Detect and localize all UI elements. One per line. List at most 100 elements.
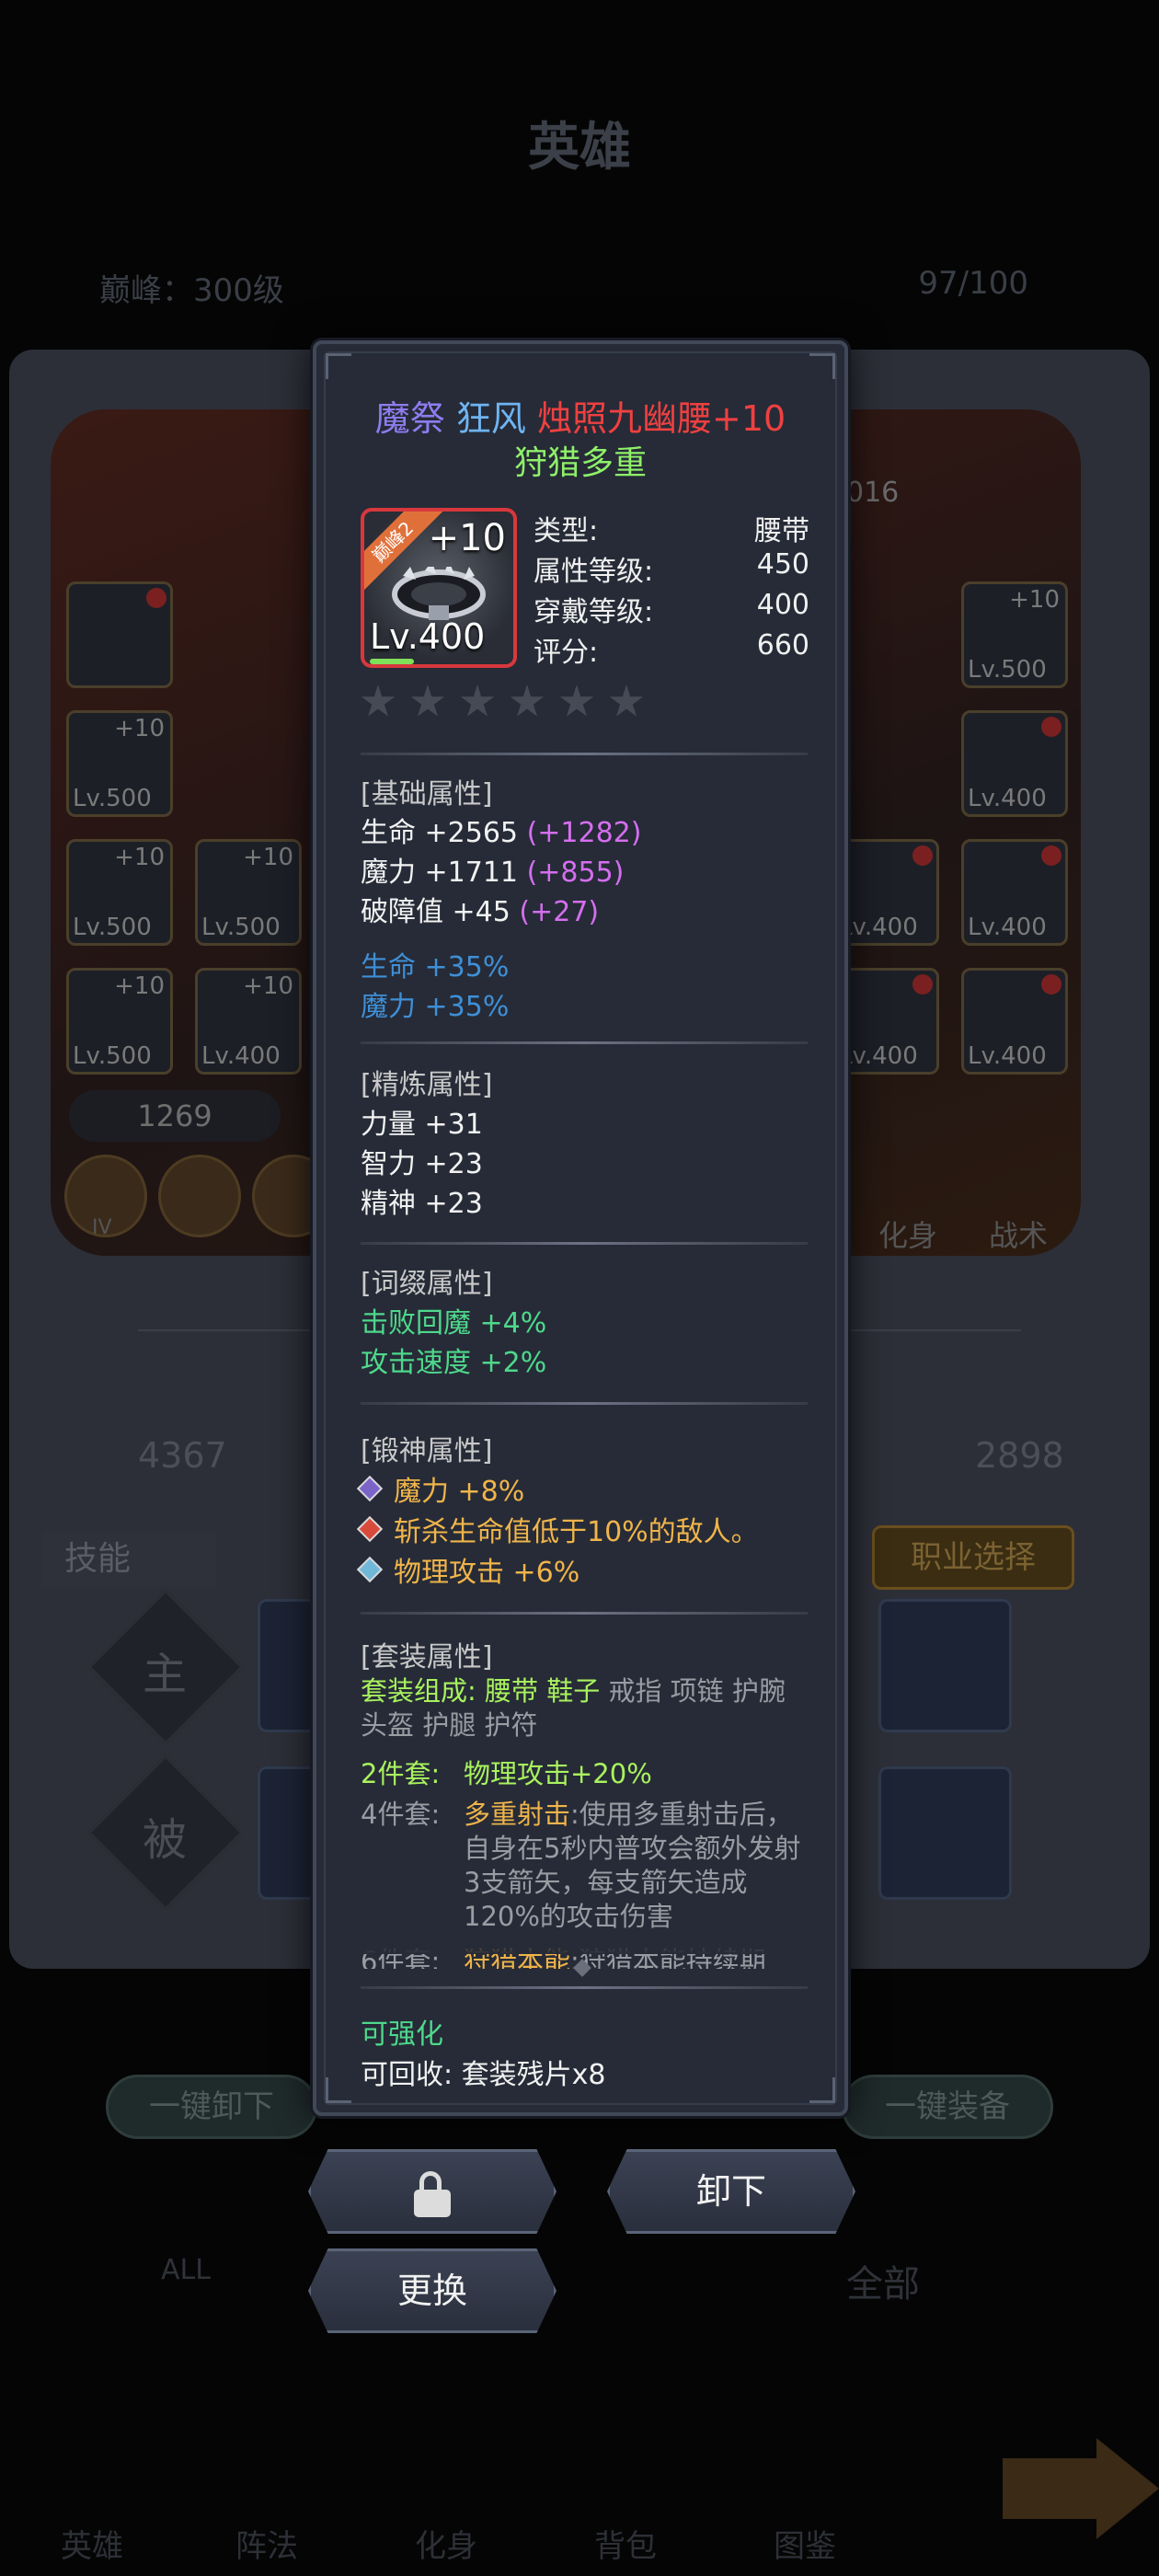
bg-active-label: 主 [143, 1649, 188, 1700]
info-score-row: 评分: 660 [534, 629, 809, 669]
lock-button[interactable] [308, 2149, 557, 2234]
corner-ornament [326, 2077, 351, 2103]
bg-equip-slot[interactable]: Lv.400 [961, 968, 1068, 1075]
refine-attr-line: 智力 +23 [361, 1148, 483, 1180]
basic-attr-line: 生命 +2565 (+1282) [361, 817, 642, 849]
divider [361, 1986, 808, 1989]
basic-attr-title: [基础属性] [361, 778, 493, 811]
unequip-button[interactable]: 卸下 [607, 2149, 855, 2234]
bg-equip-slot[interactable]: +10 Lv.500 [66, 839, 173, 946]
bg-hero-count: 97/100 [918, 265, 1028, 302]
belt-icon [392, 567, 486, 620]
bg-equip-slot[interactable]: Lv.400 [961, 710, 1068, 817]
bg-equip-slot[interactable]: +10 Lv.400 [195, 968, 302, 1075]
purple-gem-icon [356, 1475, 384, 1502]
star-empty-icon [460, 684, 495, 717]
bg-filter-all[interactable]: 全部 [846, 2254, 920, 2307]
basic-attr-line: 魔力 +1711 (+855) [361, 857, 625, 889]
forge-attr-line: 魔力 +8% [353, 1468, 524, 1509]
item-name: 魔祭 狂风 烛照九幽腰+10 [316, 390, 844, 441]
bg-peak-level: 巅峰：300级 [99, 272, 284, 309]
scroll-fade [353, 1926, 813, 1954]
bg-page-title: 英雄 [528, 118, 631, 178]
corner-ornament [809, 353, 835, 379]
bg-job-select-button[interactable]: 职业选择 [872, 1525, 1074, 1590]
replace-button[interactable]: 更换 [308, 2248, 557, 2333]
refine-attr-line: 力量 +31 [361, 1109, 483, 1141]
bg-stat-right: 2898 [975, 1435, 1064, 1476]
basic-pct-line: 魔力 +35% [361, 991, 510, 1023]
bg-equip-slot[interactable]: +10 Lv.500 [961, 581, 1068, 688]
divider [361, 1041, 808, 1044]
cyan-gem-icon [356, 1556, 384, 1583]
divider [361, 1402, 808, 1405]
forge-attr-title: [锻神属性] [361, 1435, 493, 1467]
forge-attr-line: 斩杀生命值低于10%的敌人。 [353, 1509, 759, 1549]
divider [361, 1612, 808, 1615]
bg-nav-formation[interactable]: 阵法 [175, 2420, 359, 2576]
bg-filter-all-icon[interactable]: ALL [161, 2254, 211, 2286]
bg-equip-slot[interactable]: +10 Lv.500 [66, 968, 173, 1075]
info-type-row: 类型: 腰带 [534, 515, 809, 547]
bg-passive-label: 被 [143, 1814, 188, 1866]
item-base-name: 烛照九幽腰+10 [537, 398, 786, 439]
basic-attr-line: 破障值 +45 (+27) [361, 896, 600, 928]
bg-tier-label: IV [92, 1216, 112, 1239]
bg-unequip-all-button[interactable]: 一键卸下 [106, 2075, 317, 2139]
item-enhance-level: +10 [428, 517, 506, 559]
bg-nav-codex[interactable]: 图鉴 [713, 2420, 897, 2576]
bg-slot-badge: 016 [846, 477, 900, 509]
info-attr-level-row: 属性等级: 450 [534, 548, 809, 588]
bg-nav-avatar[interactable]: 化身 [354, 2420, 538, 2576]
bg-equip-slot[interactable]: +10 Lv.500 [66, 710, 173, 817]
bg-skills-label: 技能 [41, 1532, 216, 1587]
recycle-hint: 可回收: 套装残片x8 [361, 2059, 606, 2091]
unlock-icon [414, 2170, 451, 2217]
star-empty-icon [361, 684, 396, 717]
divider [361, 753, 808, 755]
bg-equip-slot[interactable]: Lv.400 [832, 839, 939, 946]
enhance-hint: 可强化 [361, 2018, 443, 2051]
divider [361, 1242, 808, 1245]
basic-pct-line: 生命 +35% [361, 951, 510, 983]
item-icon: 巅峰2 +10 Lv.400 [361, 508, 517, 668]
affix-attr-line: 攻击速度 +2% [361, 1347, 547, 1379]
item-set-suffix: 狩猎多重 [513, 444, 647, 482]
item-affix-2: 狂风 [455, 398, 526, 439]
bg-skill-slot[interactable] [878, 1599, 1012, 1732]
bg-tab-tactics[interactable]: 战术 [989, 1213, 1048, 1255]
corner-ornament [326, 353, 351, 379]
star-rating [361, 684, 659, 723]
bg-next-arrow-icon[interactable] [1003, 2438, 1159, 2539]
star-empty-icon [609, 684, 644, 717]
bg-equip-slot[interactable]: +10 Lv.500 [195, 839, 302, 946]
bg-tab-avatar[interactable]: 化身 [878, 1213, 937, 1255]
bg-equip-slot[interactable] [66, 581, 173, 688]
refine-attr-title: [精炼属性] [361, 1069, 493, 1101]
item-exp-bar [370, 659, 414, 664]
set-attr-title: [套装属性] [361, 1641, 493, 1673]
item-detail-card: 魔祭 狂风 烛照九幽腰+10 狩猎多重 巅峰2 +10 Lv.400 类型: 腰带… [313, 340, 848, 2116]
info-wear-level-row: 穿戴等级: 400 [534, 589, 809, 628]
bg-equip-all-button[interactable]: 一键装备 [842, 2075, 1053, 2139]
bg-points: 1269 [69, 1090, 281, 1142]
set-composition: 套装组成: 腰带 鞋子 戒指 项链 护腕 头盔 护腿 护符 [361, 1675, 786, 1741]
bg-talent-orb[interactable] [158, 1155, 241, 1237]
corner-ornament [809, 2077, 835, 2103]
refine-attr-line: 精神 +23 [361, 1188, 483, 1220]
bg-equip-slot[interactable]: Lv.400 [832, 968, 939, 1075]
bg-nav-hero[interactable]: 英雄 [0, 2420, 184, 2576]
affix-attr-line: 击败回魔 +4% [361, 1307, 547, 1340]
bg-skill-slot[interactable] [878, 1766, 1012, 1900]
star-empty-icon [510, 684, 545, 717]
affix-attr-title: [词缀属性] [361, 1268, 493, 1300]
bg-stat-left: 4367 [138, 1435, 227, 1476]
bg-nav-bag[interactable]: 背包 [534, 2420, 717, 2576]
forge-attr-line: 物理攻击 +6% [353, 1549, 580, 1590]
star-empty-icon [410, 684, 445, 717]
item-affix-1: 魔祭 [374, 398, 445, 439]
bg-equip-slot[interactable]: Lv.400 [961, 839, 1068, 946]
star-empty-icon [559, 684, 594, 717]
red-gem-icon [356, 1515, 384, 1543]
item-level: Lv.400 [370, 616, 486, 657]
